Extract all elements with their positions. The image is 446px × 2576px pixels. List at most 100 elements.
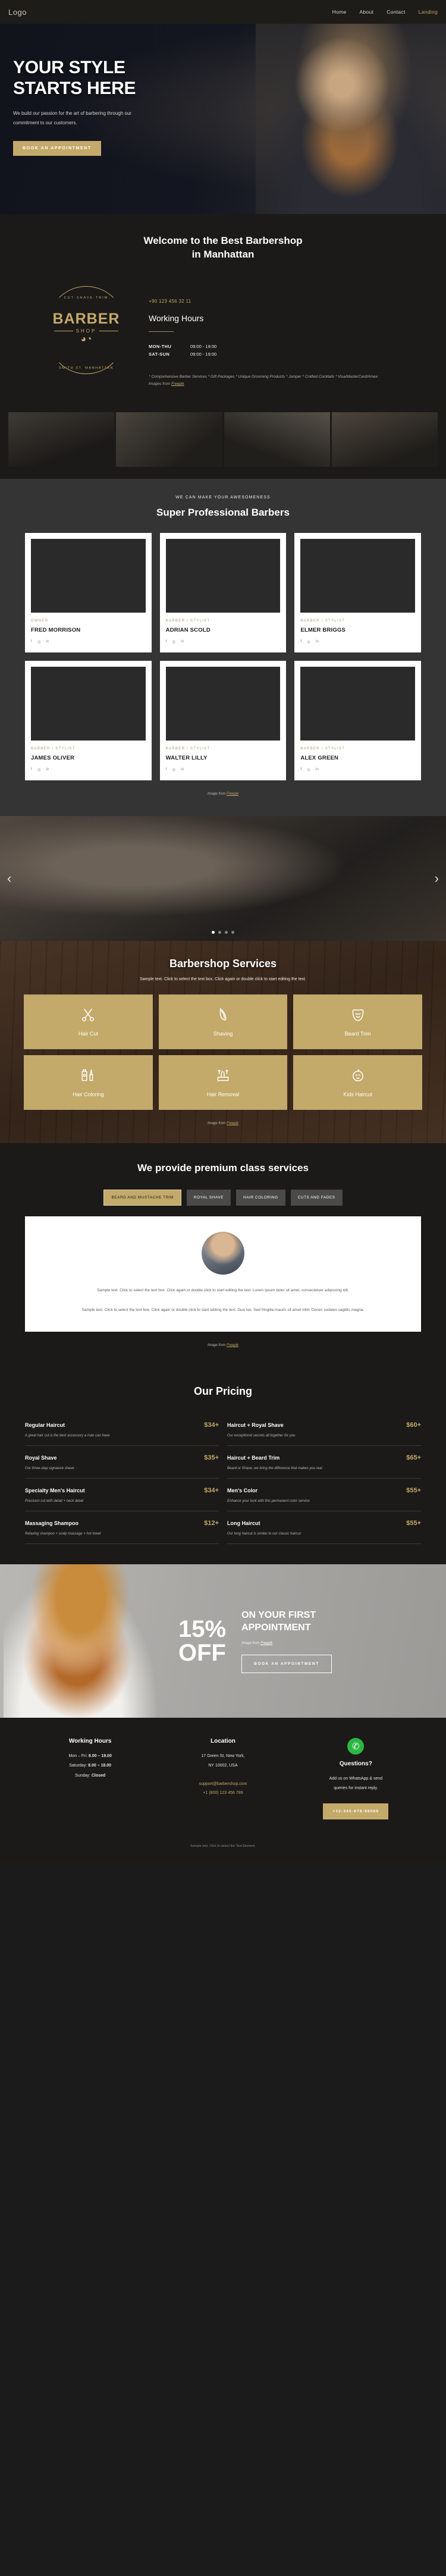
instagram-icon[interactable]: ◎ — [37, 639, 41, 644]
price-row: Men's Color $55+ Enhance your look with … — [227, 1479, 421, 1511]
price-amount: $34+ — [204, 1421, 219, 1429]
price-row: Massaging Shampoo $12+ Relaxing shampoo … — [25, 1511, 219, 1544]
linkedin-icon[interactable]: in — [46, 767, 49, 772]
hero-book-appointment-button[interactable]: BOOK AN APPOINTMENT — [13, 140, 101, 156]
hours-time: 09:00 - 19:00 — [190, 343, 217, 349]
instagram-icon[interactable]: ◎ — [37, 767, 41, 772]
barber-name: ELMER BRIGGS — [300, 626, 346, 633]
facebook-icon[interactable]: f — [300, 639, 301, 644]
nav-link-home[interactable]: Home — [332, 9, 347, 15]
freepik-link[interactable]: Freepik — [227, 792, 238, 796]
footer-questions-line-2: queries for instant reply. — [334, 1786, 378, 1791]
service-tile-hair-coloring[interactable]: Hair Coloring — [24, 1055, 153, 1110]
price-top: Specialty Men's Haircut $34+ — [25, 1487, 219, 1494]
barber-card[interactable]: BARBER / STYLIST JAMES OLIVER f ◎ in — [25, 660, 152, 780]
slider-dot-4[interactable] — [231, 930, 234, 934]
services-image-credit: Image from Freepik — [0, 1122, 446, 1125]
price-top: Massaging Shampoo $12+ — [25, 1520, 219, 1527]
barber-card[interactable]: BARBER / STYLIST ADRIAN SCOLD f ◎ in — [159, 532, 287, 652]
barber-card[interactable]: OWNER FRED MORRISON f ◎ in — [25, 532, 152, 652]
slider-dot-3[interactable] — [225, 930, 228, 934]
price-row: Haircut + Beard Trim $65+ Beard or Shave… — [227, 1446, 421, 1479]
pricing-grid: Regular Haircut $34+ A great hair cut is… — [0, 1398, 446, 1544]
divider — [149, 331, 174, 332]
price-top: Men's Color $55+ — [227, 1487, 421, 1494]
service-label: Shaving — [213, 1030, 233, 1037]
credit-text: Image from — [207, 792, 227, 796]
promo-off: OFF — [178, 1639, 226, 1666]
photo-slider[interactable]: ‹ › — [0, 815, 446, 941]
price-description: Our exceptional secrets all together for… — [227, 1433, 296, 1438]
footer-bottom-text: Sample text. Click to select the Text El… — [190, 1844, 256, 1848]
slider-next-arrow-icon[interactable]: › — [435, 871, 439, 886]
working-hours-title: Working Hours — [149, 313, 204, 323]
premium-tab-panel: Sample text. Click to select the text bo… — [25, 1216, 421, 1332]
facebook-icon[interactable]: f — [31, 767, 32, 772]
tab-beard-and-mustache-trim[interactable]: BEARD AND MUSTACHE TRIM — [103, 1189, 181, 1206]
welcome-phone-number[interactable]: +90 123 456 32 11 — [149, 299, 404, 304]
price-description: Precision cut with detail + neck detail — [25, 1499, 84, 1503]
service-tile-kids-haircut[interactable]: Kids Haircut — [293, 1055, 422, 1110]
slider-dot-1[interactable] — [212, 930, 215, 934]
slider-dot-2[interactable] — [218, 930, 221, 934]
linkedin-icon[interactable]: in — [316, 639, 319, 644]
price-row: Regular Haircut $34+ A great hair cut is… — [25, 1413, 219, 1446]
barber-role: BARBER / STYLIST — [300, 746, 346, 751]
site-logo[interactable]: Logo — [8, 8, 27, 17]
instagram-icon[interactable]: ◎ — [172, 639, 175, 644]
freepik-link[interactable]: Freepik — [171, 382, 184, 386]
freepik-link[interactable]: Freepik — [227, 1344, 238, 1347]
emblem-location-text: SMITH ST. MANHATTAN — [59, 366, 114, 370]
linkedin-icon[interactable]: in — [181, 639, 184, 644]
linkedin-icon[interactable]: in — [316, 767, 319, 772]
price-description: Our long haircut is similar to our class… — [227, 1532, 301, 1536]
footer: Working Hours Mon – Fri: 8.00 – 19.00 Sa… — [0, 1717, 446, 1859]
service-tile-hair-cut[interactable]: Hair Cut — [24, 994, 153, 1049]
razor-icon — [219, 1008, 227, 1021]
linkedin-icon[interactable]: in — [46, 639, 49, 644]
linkedin-icon[interactable]: in — [181, 767, 184, 772]
freepik-link[interactable]: Freepik — [227, 1122, 238, 1125]
tab-cuts-and-fades[interactable]: CUTS AND FADES — [290, 1189, 343, 1206]
price-top: Haircut + Beard Trim $65+ — [227, 1454, 421, 1461]
instagram-icon[interactable]: ◎ — [307, 639, 310, 644]
photo-gallery-strip — [0, 403, 446, 479]
facebook-icon[interactable]: f — [31, 639, 32, 644]
instagram-icon[interactable]: ◎ — [307, 767, 310, 772]
tab-hair-coloring[interactable]: HAIR COLORING — [236, 1189, 285, 1206]
gallery-image-2 — [116, 412, 222, 467]
nav-link-landing[interactable]: Landing — [419, 9, 438, 15]
price-description: Relaxing shampoo + scalp massage + hot t… — [25, 1532, 101, 1536]
tab-royal-shave[interactable]: ROYAL SHAVE — [186, 1189, 231, 1206]
footer-whatsapp-button[interactable]: +12-345-678-89089 — [323, 1803, 389, 1819]
footer-email-link[interactable]: support@barbershop.com — [156, 1780, 289, 1789]
hours-time: 09:00 - 19:00 — [190, 351, 217, 357]
nav-link-contact[interactable]: Contact — [387, 9, 405, 15]
barber-card[interactable]: BARBER / STYLIST WALTER LILLY f ◎ in — [159, 660, 287, 780]
facebook-icon[interactable]: f — [300, 767, 301, 772]
instagram-icon[interactable]: ◎ — [172, 767, 175, 772]
facebook-icon[interactable]: f — [166, 767, 167, 772]
nav-link-about[interactable]: About — [360, 9, 374, 15]
promo-book-appointment-button[interactable]: BOOK AN APPOINTMENT — [241, 1654, 332, 1673]
price-name: Regular Haircut — [25, 1422, 65, 1428]
slider-prev-arrow-icon[interactable]: ‹ — [7, 871, 11, 886]
freepik-link[interactable]: Freepik — [260, 1642, 272, 1645]
emblem-arc-bottom — [48, 297, 125, 374]
footer-hours-title: Working Hours — [68, 1737, 112, 1744]
promo-headline-line-1: ON YOUR FIRST — [241, 1609, 316, 1620]
price-description: Enhance your look with this permanent co… — [227, 1499, 310, 1503]
scissors-icon — [82, 1008, 95, 1022]
facebook-icon[interactable]: f — [166, 639, 167, 644]
service-tile-beard-trim[interactable]: Beard Trim — [293, 994, 422, 1049]
barbers-section: WE CAN MAKE YOUR AWESOMENESS Super Profe… — [0, 478, 446, 816]
hair-removal-icon — [217, 1069, 229, 1081]
hero-title-line-1: YOUR STYLE — [13, 58, 125, 77]
barber-role: BARBER / STYLIST — [31, 746, 76, 751]
service-tile-shaving[interactable]: Shaving — [158, 994, 288, 1049]
barber-card[interactable]: BARBER / STYLIST ELMER BRIGGS f ◎ in — [294, 532, 421, 652]
footer-phone-link[interactable]: +1 (800) 123 456 789 — [156, 1789, 289, 1797]
service-tile-hair-removal[interactable]: Hair Removal — [158, 1055, 288, 1110]
whatsapp-icon[interactable]: ✆ — [347, 1737, 365, 1755]
barber-card[interactable]: BARBER / STYLIST ALEX GREEN f ◎ in — [294, 660, 421, 780]
